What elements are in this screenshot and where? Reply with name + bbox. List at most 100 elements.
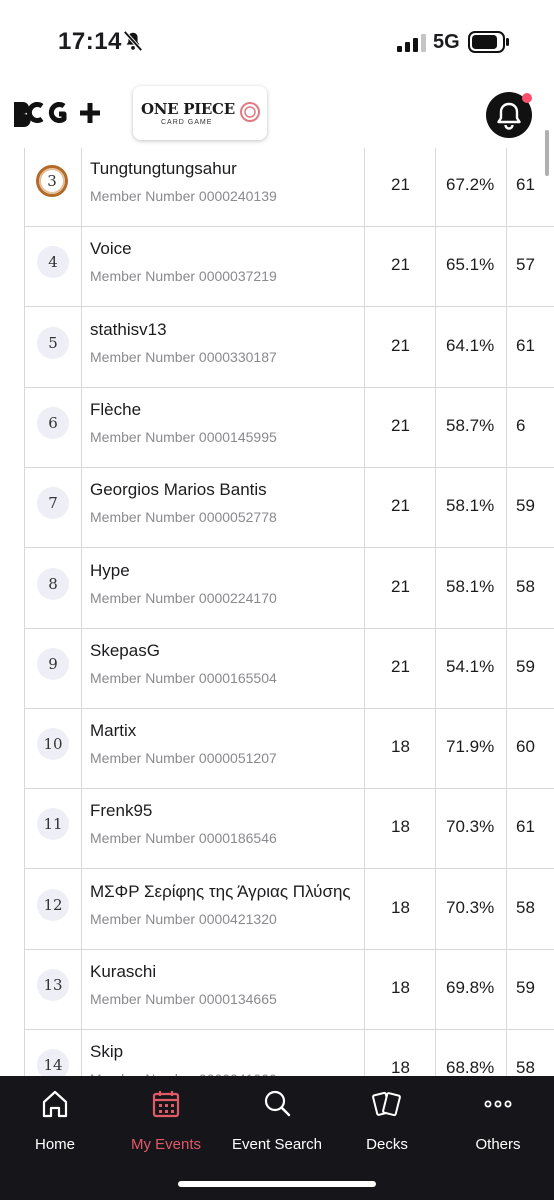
member-number: Member Number 0000240139: [90, 188, 277, 204]
member-number: Member Number 0000421320: [90, 910, 277, 927]
player-cell: Voice Member Number 0000037219: [81, 226, 364, 307]
table-row[interactable]: 8 Hype Member Number 0000224170 21 58.1% 58: [24, 547, 554, 629]
points-cell: 18: [364, 788, 435, 869]
notifications-button[interactable]: [486, 92, 532, 138]
table-row[interactable]: 4 Voice Member Number 0000037219 21 65.1% 57: [24, 226, 554, 308]
rank-badge: 4: [37, 246, 69, 279]
player-name: Skip: [90, 1042, 124, 1062]
table-row[interactable]: 11 Frenk95 Member Number 0000186546 18 70.3%…: [24, 788, 554, 870]
member-number: Member Number 0000037219: [90, 268, 277, 285]
rank-cell: 10: [24, 708, 81, 789]
player-cell: stathisv13 Member Number 0000330187: [81, 306, 364, 387]
player-name: Tungtungtungsahur: [90, 159, 237, 178]
rank-badge: 7: [37, 487, 69, 520]
player-cell: Frenk95 Member Number 0000186546: [81, 788, 364, 869]
tab-my-events[interactable]: My Events: [111, 1084, 221, 1154]
omw-cell: 59: [506, 949, 554, 1029]
tab-home[interactable]: Home: [0, 1084, 110, 1154]
table-row[interactable]: 6 Flèche Member Number 0000145995 21 58.7% 6: [24, 386, 554, 468]
rank-cell: 3: [24, 146, 81, 226]
rank-cell: 14: [24, 1029, 81, 1076]
player-cell: Martix Member Number 0000051207: [81, 708, 364, 789]
win-pct-value: 70.3%: [446, 817, 495, 837]
omw-cell: 59: [506, 467, 554, 548]
omw-cell: 61: [506, 788, 554, 869]
win-pct-cell: 69.8%: [435, 949, 506, 1029]
win-pct-cell: 58.7%: [435, 386, 506, 467]
more-icon: [484, 1100, 512, 1108]
points-value: 21: [391, 415, 410, 435]
tab-others[interactable]: Others: [443, 1084, 553, 1154]
rank-cell: 13: [24, 949, 81, 1029]
tab-decks-label: Decks: [366, 1136, 408, 1153]
omw-value: 6: [516, 415, 526, 435]
rank-cell: 7: [24, 467, 81, 548]
omw-value: 59: [516, 978, 535, 997]
rank-cell: 9: [24, 627, 81, 708]
tab-others-label: Others: [475, 1136, 521, 1153]
network-label: 5G: [433, 31, 460, 53]
table-row[interactable]: 3 Tungtungtungsahur Member Number 00002401…: [24, 146, 554, 227]
table-row[interactable]: 14 SkipMember Number 0000041000 18 68.8% 58: [24, 1029, 554, 1076]
table-row[interactable]: 7 Georgios Marios Bantis Member Number 000…: [24, 467, 554, 549]
points-value: 21: [391, 576, 410, 596]
win-pct-cell: 70.3%: [435, 788, 506, 869]
tab-decks[interactable]: Decks: [332, 1084, 442, 1154]
rank-badge: 10: [37, 728, 69, 761]
points-cell: 21: [364, 467, 435, 548]
member-number: Member Number 0000051207: [90, 750, 277, 767]
player-cell: Hype Member Number 0000224170: [81, 547, 364, 628]
scrollbar-thumb[interactable]: [545, 130, 549, 176]
player-name: Voice: [90, 239, 132, 259]
win-pct-cell: 65.1%: [435, 226, 506, 307]
bcg-plus-logo[interactable]: [10, 96, 112, 132]
table-row[interactable]: 12 ΜΣΦΡ Σερίφης της Άγριας Πλύσης Member N…: [24, 868, 554, 950]
member-number: Member Number 0000165504: [90, 669, 277, 686]
win-pct-value: 64.1%: [446, 335, 495, 355]
notification-badge: [522, 93, 532, 103]
player-name: Kuraschi: [90, 962, 157, 981]
signal-icon: [397, 34, 426, 52]
cards-icon: [372, 1091, 401, 1117]
bell-slash-icon: [123, 30, 143, 52]
win-pct-cell: 54.1%: [435, 627, 506, 708]
tab-home-label: Home: [34, 1136, 75, 1153]
calendar-icon: [152, 1091, 180, 1118]
points-value: 18: [391, 978, 410, 997]
win-pct-value: 69.8%: [446, 978, 495, 997]
table-row[interactable]: 5 stathisv13 Member Number 0000330187 21 64.…: [24, 306, 554, 388]
table-row[interactable]: 9 SkepasG Member Number 0000165504 21 54.1% 5…: [24, 627, 554, 709]
win-pct-cell: 71.9%: [435, 708, 506, 789]
tab-event-search-label: Event Search: [231, 1136, 323, 1153]
omw-cell: 60: [506, 708, 554, 789]
rank-cell: 5: [24, 306, 81, 387]
member-number: Member Number 0000134665: [90, 991, 277, 1007]
search-icon: [264, 1090, 291, 1117]
player-name: stathisv13: [90, 319, 167, 339]
win-pct-value: 70.3%: [446, 897, 495, 917]
player-cell: Georgios Marios Bantis Member Number 0000…: [81, 467, 364, 548]
points-value: 18: [391, 817, 410, 837]
rank-badge: 11: [37, 808, 69, 841]
win-pct-cell: 67.2%: [435, 146, 506, 226]
rank-badge: 14: [37, 1049, 69, 1076]
table-row[interactable]: 13 Kuraschi Member Number 0000134665 18 69.8…: [24, 949, 554, 1030]
points-cell: 21: [364, 627, 435, 708]
one-piece-logo[interactable]: ONE PIECE CARD GAME: [133, 86, 267, 140]
battery-icon: [468, 31, 509, 53]
win-pct-cell: 68.8%: [435, 1029, 506, 1076]
tab-event-search[interactable]: Event Search: [222, 1084, 332, 1154]
table-row[interactable]: 10 Martix Member Number 0000051207 18 71.9% 6…: [24, 708, 554, 790]
points-value: 21: [391, 656, 410, 676]
player-name: Flèche: [90, 399, 142, 419]
omw-cell: 6: [506, 386, 554, 467]
points-cell: 21: [364, 547, 435, 628]
omw-value: 57: [516, 255, 535, 275]
points-value: 18: [391, 1058, 410, 1076]
omw-cell: 61: [506, 306, 554, 387]
logo-title: ONE PIECE: [141, 100, 235, 118]
rank-cell: 6: [24, 386, 81, 467]
rank-badge: 5: [37, 326, 69, 359]
player-name: Hype: [90, 560, 130, 580]
win-pct-value: 54.1%: [446, 656, 495, 676]
